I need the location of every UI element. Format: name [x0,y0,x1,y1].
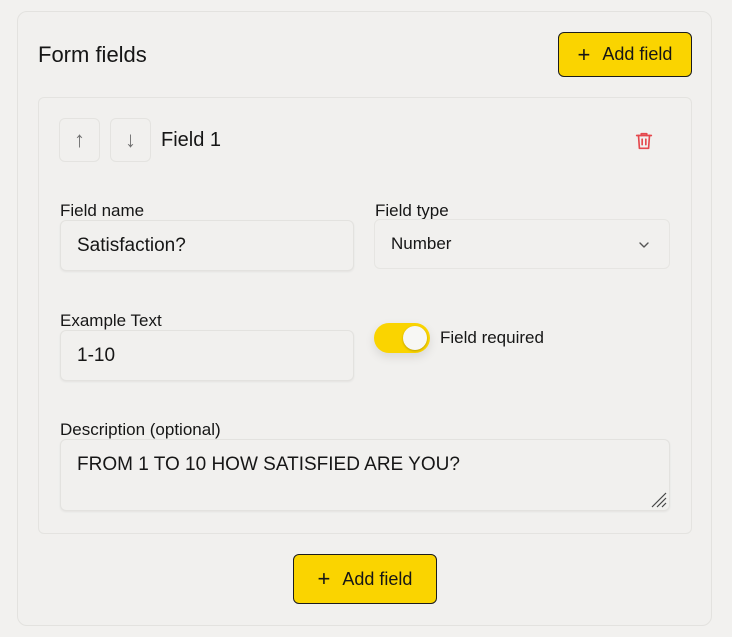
plus-icon: + [577,41,591,67]
add-field-top-label: Add field [602,44,673,64]
field-type-label: Field type [375,201,449,220]
description-label: Description (optional) [60,420,221,439]
panel-title: Form fields [38,42,147,67]
plus-icon: + [317,566,331,591]
field-title: Field 1 [161,129,222,151]
field-type-select[interactable]: Number [374,219,670,269]
arrow-down-icon: ↓ [125,127,136,152]
description-value: FROM 1 TO 10 HOW SATISFIED ARE YOU? [77,454,460,475]
field-type-value: Number [391,234,452,253]
field-required-label: Field required [440,328,544,347]
example-text-label: Example Text [60,311,162,330]
arrow-up-icon: ↑ [74,127,85,152]
example-text-input[interactable]: 1-10 [60,330,354,381]
chevron-down-icon [639,242,649,248]
description-textarea[interactable]: FROM 1 TO 10 HOW SATISFIED ARE YOU? [60,439,670,511]
toggle-knob [403,326,427,350]
field-card: ↑ ↓ Field 1 Field name Satisfaction? Fie… [38,97,692,534]
trash-icon[interactable] [633,130,655,152]
add-field-bottom-button[interactable]: + Add field [293,554,437,604]
field-required-toggle[interactable] [374,323,430,353]
resize-handle-icon[interactable] [649,490,667,508]
field-name-input[interactable]: Satisfaction? [60,220,354,271]
field-name-label: Field name [60,201,145,220]
form-fields-panel: Form fields + Add field ↑ ↓ Field 1 Fiel… [17,11,712,626]
move-up-button[interactable]: ↑ [59,118,100,162]
add-field-top-button[interactable]: + Add field [558,32,692,77]
move-down-button[interactable]: ↓ [110,118,151,162]
add-field-bottom-label: Add field [342,568,413,589]
